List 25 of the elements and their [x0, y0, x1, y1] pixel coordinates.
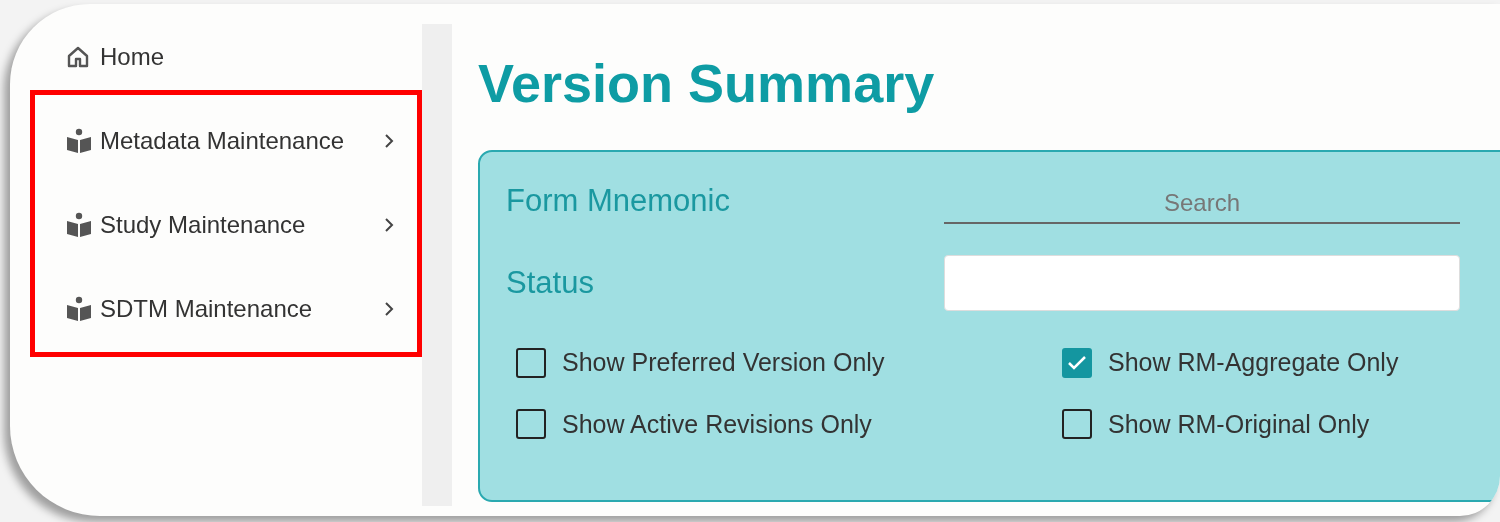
sidebar-item[interactable]: Metadata Maintenance	[35, 99, 417, 183]
sidebar-item-label: Study Maintenance	[100, 210, 306, 240]
checkbox-label: Show Active Revisions Only	[562, 408, 872, 440]
checkbox[interactable]	[1062, 347, 1092, 378]
form-mnemonic-label: Form Mnemonic	[506, 182, 731, 220]
sidebar-item-label: Home	[100, 42, 165, 72]
checkbox-label: Show Preferred Version Only	[562, 347, 885, 378]
checkbox-label: Show RM-Aggregate Only	[1108, 347, 1399, 378]
book-reader-icon	[66, 296, 92, 322]
checkbox-label: Show RM-Original Only	[1108, 408, 1370, 440]
checkbox[interactable]	[516, 347, 546, 378]
book-reader-icon	[66, 128, 92, 154]
search-field[interactable]: Search	[944, 184, 1460, 224]
status-field[interactable]	[944, 255, 1460, 311]
sidebar-item-label: SDTM Maintenance	[100, 294, 313, 324]
checkbox[interactable]	[516, 409, 546, 440]
sidebar-item[interactable]: SDTM Maintenance	[35, 267, 417, 351]
checkbox[interactable]	[1062, 409, 1092, 440]
sidebar-item[interactable]: Study Maintenance	[35, 183, 417, 267]
sidebar-item[interactable]: Home	[30, 24, 422, 90]
check-icon	[1067, 354, 1087, 371]
sidebar-item-label: Metadata Maintenance	[100, 126, 345, 156]
status-label: Status	[506, 263, 595, 302]
book-reader-icon	[66, 212, 92, 238]
home-icon	[66, 46, 90, 68]
